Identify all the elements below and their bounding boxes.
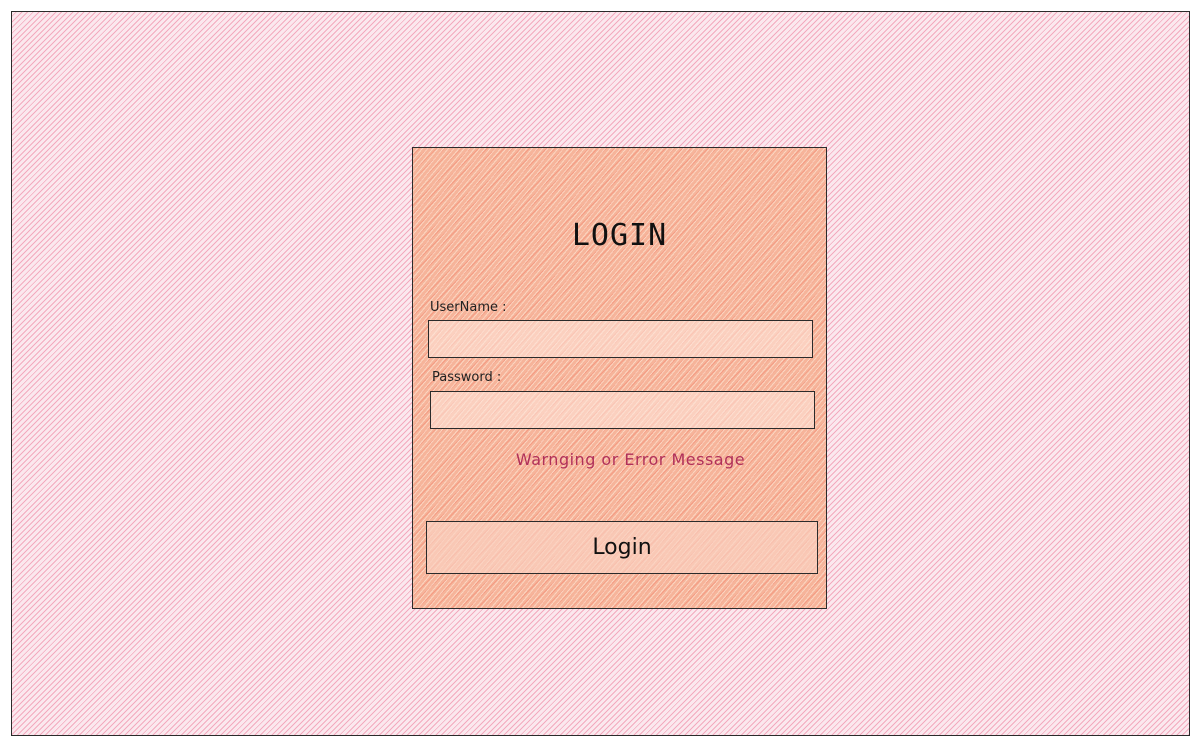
password-label: Password : — [432, 370, 502, 385]
login-title: LOGIN — [571, 218, 668, 253]
login-card: LOGIN UserName : Password : Warnging or … — [412, 147, 827, 609]
username-label: UserName : — [430, 300, 507, 315]
login-button[interactable]: Login — [426, 521, 818, 574]
page-background: LOGIN UserName : Password : Warnging or … — [11, 11, 1190, 736]
error-message: Warnging or Error Message — [515, 450, 746, 469]
password-input[interactable] — [430, 391, 815, 429]
username-input[interactable] — [428, 320, 813, 358]
